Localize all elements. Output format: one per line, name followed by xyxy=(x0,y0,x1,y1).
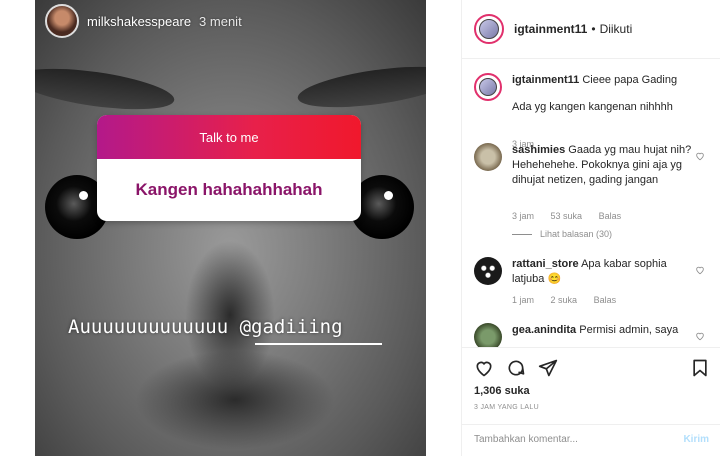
post-caption: igtainment11 Cieee papa Gading Ada yg ka… xyxy=(474,73,709,153)
story-timestamp: 3 menit xyxy=(199,13,242,29)
commenter-avatar[interactable] xyxy=(474,323,502,347)
question-sticker: Talk to me Kangen hahahahhahah xyxy=(97,115,361,221)
caption-username[interactable]: igtainment11 xyxy=(512,74,579,86)
nostril-shade xyxy=(135,350,335,450)
post-sidebar: igtainment11 • Diikuti igtainment11 Ciee… xyxy=(461,0,720,456)
post-header: igtainment11 • Diikuti xyxy=(462,0,720,59)
comments-list[interactable]: igtainment11 Cieee papa Gading Ada yg ka… xyxy=(462,59,720,347)
post-media[interactable]: milkshakesspeare 3 menit Talk to me Kang… xyxy=(0,0,461,456)
like-comment-icon[interactable] xyxy=(695,151,705,161)
likes-count[interactable]: 1,306 suka xyxy=(474,385,530,397)
view-replies-text[interactable]: Lihat balasan (30) xyxy=(540,229,612,239)
comment-time: 3 jam xyxy=(512,211,535,221)
comment-icon[interactable] xyxy=(506,358,526,378)
post-comment-button[interactable]: Kirim xyxy=(683,434,709,445)
commenter-avatar[interactable] xyxy=(474,143,502,171)
like-comment-icon[interactable] xyxy=(695,331,705,341)
like-comment-icon[interactable] xyxy=(695,265,705,275)
comment-item: gea.anindita Permisi admin, saya xyxy=(474,323,709,347)
story-header: milkshakesspeare 3 menit xyxy=(45,4,242,38)
comment-time: 1 jam xyxy=(512,295,535,305)
caption-text-line1: Cieee papa Gading xyxy=(582,74,678,86)
caption-text-line2: Ada yg kangen kangenan nihhhh xyxy=(512,101,673,113)
reply-button[interactable]: Balas xyxy=(599,211,622,221)
question-title: Talk to me xyxy=(97,115,361,159)
comment-item: sashimies Gaada yg mau hujat nih? Hehehe… xyxy=(474,143,709,243)
comment-text: Permisi admin, saya xyxy=(579,324,679,336)
comment-emoji: 😊 xyxy=(547,273,562,285)
view-replies[interactable]: Lihat balasan (30) xyxy=(512,229,626,239)
post-timestamp: 3 JAM YANG LALU xyxy=(474,404,539,411)
heart-icon[interactable] xyxy=(474,358,494,378)
comment-item: rattani_store Apa kabar sophia latjuba 😊… xyxy=(474,257,709,317)
add-comment-bar: Tambahkan komentar... Kirim xyxy=(462,424,720,457)
story-image: milkshakesspeare 3 menit Talk to me Kang… xyxy=(35,0,426,456)
separator-dot: • xyxy=(591,22,596,36)
story-avatar xyxy=(45,4,79,38)
comment-username[interactable]: gea.anindita xyxy=(512,324,576,336)
follow-status[interactable]: Diikuti xyxy=(600,22,633,36)
post-actions: 1,306 suka 3 JAM YANG LALU xyxy=(462,347,720,433)
left-eyebrow xyxy=(35,61,177,117)
share-icon[interactable] xyxy=(538,358,558,378)
story-username: milkshakesspeare xyxy=(87,13,192,29)
right-eyebrow xyxy=(295,59,426,115)
mention-underline xyxy=(255,343,382,345)
comment-meta: 1 jam 2 suka Balas xyxy=(512,295,630,305)
author-username[interactable]: igtainment11 xyxy=(514,22,587,36)
commenter-avatar[interactable] xyxy=(474,257,502,285)
story-caption: Auuuuuuuuuuuuu @gadiiing xyxy=(68,316,343,338)
comment-username[interactable]: sashimies xyxy=(512,144,565,156)
bookmark-icon[interactable] xyxy=(690,358,710,378)
comment-input[interactable]: Tambahkan komentar... xyxy=(474,434,578,445)
question-answer: Kangen hahahahhahah xyxy=(135,180,323,199)
reply-button[interactable]: Balas xyxy=(594,295,617,305)
comment-meta: 3 jam 53 suka Balas xyxy=(512,211,635,221)
author-avatar[interactable] xyxy=(474,14,504,44)
comment-likes[interactable]: 53 suka xyxy=(551,211,583,221)
caption-avatar[interactable] xyxy=(474,73,502,101)
comment-likes[interactable]: 2 suka xyxy=(551,295,578,305)
comment-username[interactable]: rattani_store xyxy=(512,258,579,270)
replies-line xyxy=(512,234,532,236)
